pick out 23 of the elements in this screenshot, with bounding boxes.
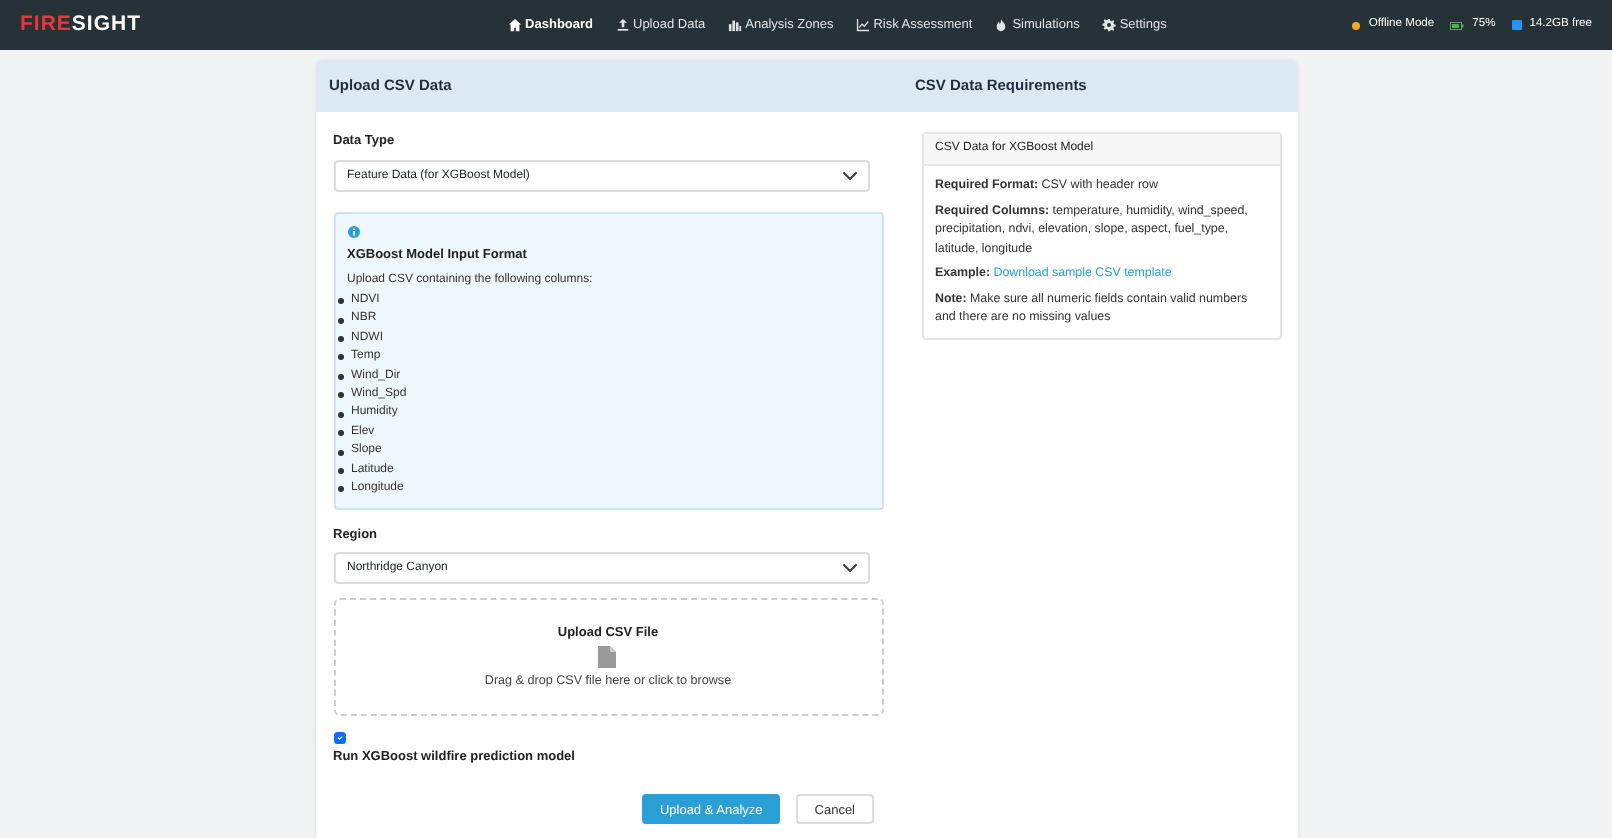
bar-chart-icon: [727, 18, 742, 32]
upload-icon: [615, 18, 629, 32]
checkbox[interactable]: [333, 732, 345, 745]
fire-icon: [994, 18, 1009, 32]
home-icon: [507, 18, 522, 32]
bullet-icon: [337, 449, 343, 455]
bullet-icon: [337, 392, 343, 399]
bullet-icon: [337, 467, 343, 474]
bullet-icon: [337, 430, 343, 437]
bullet-icon: [337, 486, 343, 493]
bullet-icon: [337, 411, 343, 418]
storage-icon: [1511, 20, 1522, 30]
bullet-icon: [337, 354, 343, 361]
info-icon: [347, 225, 359, 238]
bullet-icon: [337, 336, 343, 343]
bullet-icon: [337, 298, 343, 305]
gear-icon: [1101, 18, 1116, 32]
brand-logo[interactable]: FIRESIGHT: [20, 9, 142, 41]
bullet-icon: [337, 317, 343, 324]
bullet-icon: [337, 373, 343, 380]
line-chart-icon: [855, 18, 870, 32]
csv-file-icon: [598, 646, 618, 669]
battery-icon: [1450, 21, 1465, 29]
